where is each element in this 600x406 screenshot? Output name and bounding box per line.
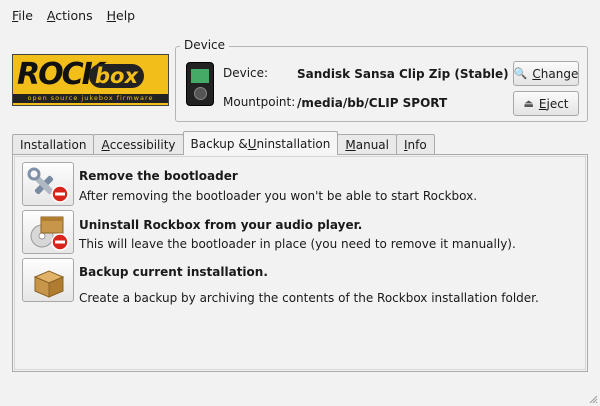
menu-help[interactable]: Help <box>105 6 138 25</box>
tab-backup-uninstallation[interactable]: Backup & Uninstallation <box>182 131 339 155</box>
menubar: File Actions Help <box>0 0 600 30</box>
eject-button[interactable]: ⏏ Eject <box>513 91 579 116</box>
backup-installation-title: Backup current installation. <box>79 265 268 279</box>
menu-actions[interactable]: Actions <box>45 6 95 25</box>
menu-help-label: elp <box>116 7 136 23</box>
eject-button-label: Eject <box>538 96 569 111</box>
device-value: Sandisk Sansa Clip Zip (Stable) <box>297 67 509 81</box>
package-remove-icon <box>30 216 69 251</box>
menu-file[interactable]: File <box>10 6 35 25</box>
remove-bootloader-title: Remove the bootloader <box>79 169 238 183</box>
rockbox-logo: ROCK box open source jukebox firmware <box>12 54 169 106</box>
tab-manual[interactable]: Manual <box>337 134 397 155</box>
resize-grip-icon[interactable] <box>588 394 598 404</box>
backup-installation-button[interactable] <box>22 258 74 302</box>
tab-installation[interactable]: Installation <box>12 134 95 155</box>
menu-file-label: ile <box>18 7 33 23</box>
eject-icon: ⏏ <box>523 97 534 110</box>
logo-wordmark-box: box <box>89 64 145 88</box>
menu-help-mnemonic: H <box>106 7 117 23</box>
tab-bar: Installation Accessibility Backup & Unin… <box>12 131 435 155</box>
remove-bootloader-description: After removing the bootloader you won't … <box>79 189 478 203</box>
uninstall-rockbox-description: This will leave the bootloader in place … <box>79 237 516 251</box>
menu-actions-label: ctions <box>55 7 93 23</box>
tab-accessibility[interactable]: Accessibility <box>93 134 184 155</box>
change-button[interactable]: 🔍 Change <box>513 61 579 86</box>
remove-bootloader-button[interactable] <box>22 162 74 206</box>
tools-remove-icon <box>27 167 69 203</box>
tab-info[interactable]: Info <box>396 134 435 155</box>
mountpoint-label: Mountpoint: <box>223 95 296 109</box>
uninstall-rockbox-button[interactable] <box>22 210 74 254</box>
tab-panel <box>12 154 588 372</box>
menu-actions-mnemonic: A <box>46 7 56 23</box>
search-icon: 🔍 <box>513 67 528 80</box>
mountpoint-value: /media/bb/CLIP SPORT <box>297 96 448 110</box>
change-button-label: Change <box>532 66 579 81</box>
audio-player-icon <box>186 62 214 106</box>
device-label: Device: <box>223 66 269 80</box>
backup-installation-description: Create a backup by archiving the content… <box>79 291 539 305</box>
package-icon <box>33 270 65 298</box>
uninstall-rockbox-title: Uninstall Rockbox from your audio player… <box>79 218 363 232</box>
logo-tagline: open source jukebox firmware <box>13 94 168 103</box>
device-group-title: Device <box>180 38 230 52</box>
